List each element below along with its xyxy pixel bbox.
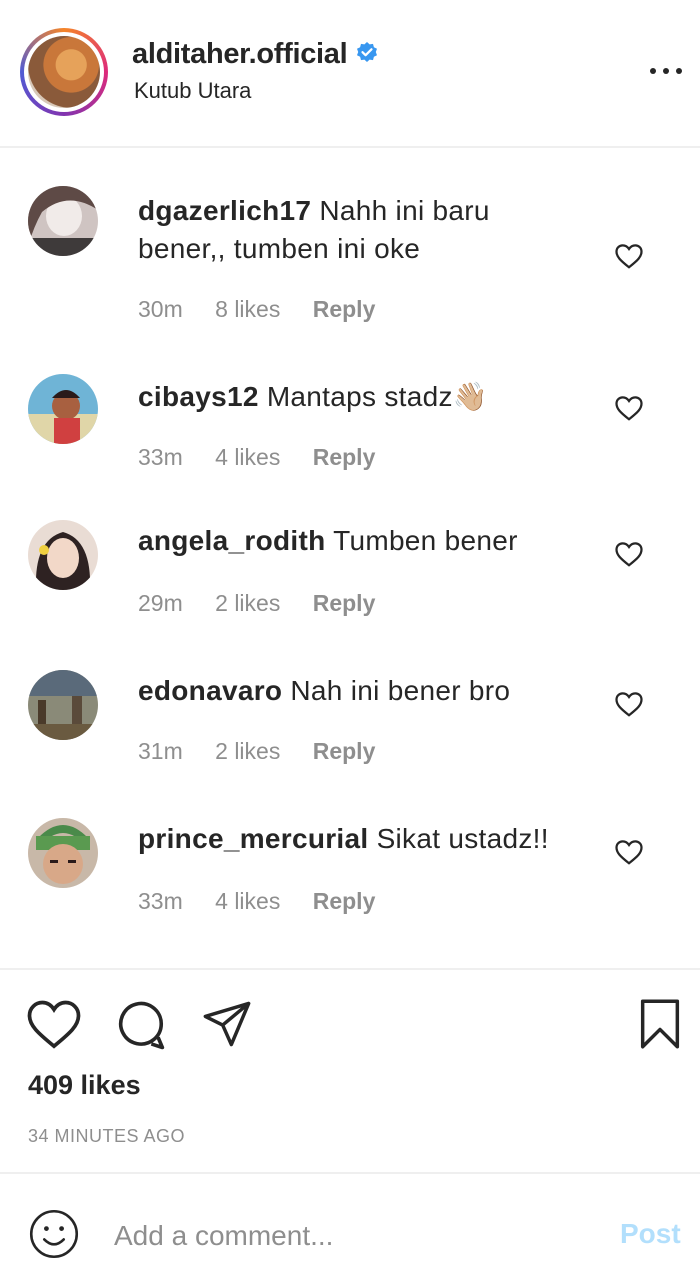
profile-avatar[interactable] bbox=[20, 28, 108, 116]
like-heart-icon[interactable] bbox=[26, 998, 82, 1050]
bookmark-save-icon[interactable] bbox=[636, 998, 684, 1050]
share-send-icon[interactable] bbox=[200, 998, 254, 1050]
reply-button[interactable]: Reply bbox=[313, 738, 376, 764]
comment-body: Mantaps stadz👋🏼 bbox=[266, 381, 488, 412]
avatar[interactable] bbox=[28, 670, 98, 740]
comment-username[interactable]: edonavaro bbox=[138, 675, 282, 706]
reply-button[interactable]: Reply bbox=[313, 888, 376, 914]
comment-body: Tumben bener bbox=[333, 525, 518, 556]
avatar[interactable] bbox=[28, 186, 98, 256]
comment-likes[interactable]: 8 likes bbox=[215, 296, 280, 322]
add-comment-bar: Post bbox=[0, 1172, 700, 1279]
comment-text: dgazerlich17 Nahh ini baru bener,, tumbe… bbox=[138, 192, 578, 268]
comment-text: cibays12 Mantaps stadz👋🏼 bbox=[138, 378, 578, 416]
comment-likes[interactable]: 4 likes bbox=[215, 444, 280, 470]
comment-username[interactable]: prince_mercurial bbox=[138, 823, 368, 854]
post-timestamp: 34 MINUTES AGO bbox=[28, 1126, 186, 1146]
comment-meta: 33m 4 likes Reply bbox=[138, 444, 401, 471]
post-actions: 409 likes 34 MINUTES AGO bbox=[0, 968, 700, 1172]
comment-username[interactable]: dgazerlich17 bbox=[138, 195, 311, 226]
like-count[interactable]: 409 likes bbox=[28, 1070, 141, 1101]
comment-time: 33m bbox=[138, 888, 183, 914]
comment-time: 30m bbox=[138, 296, 183, 322]
comment-text: prince_mercurial Sikat ustadz!! bbox=[138, 820, 578, 858]
comment-bubble-icon[interactable] bbox=[114, 998, 168, 1052]
comment-text: angela_rodith Tumben bener bbox=[138, 522, 578, 560]
comment-username[interactable]: angela_rodith bbox=[138, 525, 326, 556]
comment-username[interactable]: cibays12 bbox=[138, 381, 259, 412]
comment-meta: 33m 4 likes Reply bbox=[138, 888, 401, 915]
verified-badge-icon bbox=[357, 42, 378, 62]
comment-meta: 29m 2 likes Reply bbox=[138, 590, 401, 617]
comment-time: 31m bbox=[138, 738, 183, 764]
post-header: alditaher.official Kutub Utara bbox=[0, 0, 700, 148]
location-link[interactable]: Kutub Utara bbox=[134, 78, 251, 104]
heart-icon[interactable] bbox=[614, 690, 644, 718]
comment-meta: 30m 8 likes Reply bbox=[138, 296, 401, 323]
reply-button[interactable]: Reply bbox=[313, 444, 376, 470]
comment-time: 33m bbox=[138, 444, 183, 470]
username[interactable]: alditaher.official bbox=[132, 38, 348, 70]
comment-meta: 31m 2 likes Reply bbox=[138, 738, 401, 765]
avatar[interactable] bbox=[28, 520, 98, 590]
comment-likes[interactable]: 2 likes bbox=[215, 590, 280, 616]
comment-body: Sikat ustadz!! bbox=[376, 823, 549, 854]
username-row[interactable]: alditaher.official bbox=[132, 38, 379, 71]
emoji-icon[interactable] bbox=[28, 1208, 80, 1260]
heart-icon[interactable] bbox=[614, 540, 644, 568]
comment-text: edonavaro Nah ini bener bro bbox=[138, 672, 578, 710]
heart-icon[interactable] bbox=[614, 394, 644, 422]
comment-input[interactable] bbox=[114, 1214, 594, 1258]
avatar[interactable] bbox=[28, 374, 98, 444]
heart-icon[interactable] bbox=[614, 838, 644, 866]
post-button[interactable]: Post bbox=[620, 1218, 681, 1250]
reply-button[interactable]: Reply bbox=[313, 590, 376, 616]
comment-body: Nah ini bener bro bbox=[290, 675, 511, 706]
avatar[interactable] bbox=[28, 818, 98, 888]
more-options-icon[interactable] bbox=[646, 56, 686, 84]
heart-icon[interactable] bbox=[614, 242, 644, 270]
reply-button[interactable]: Reply bbox=[313, 296, 376, 322]
comment-likes[interactable]: 4 likes bbox=[215, 888, 280, 914]
comment-likes[interactable]: 2 likes bbox=[215, 738, 280, 764]
comment-time: 29m bbox=[138, 590, 183, 616]
